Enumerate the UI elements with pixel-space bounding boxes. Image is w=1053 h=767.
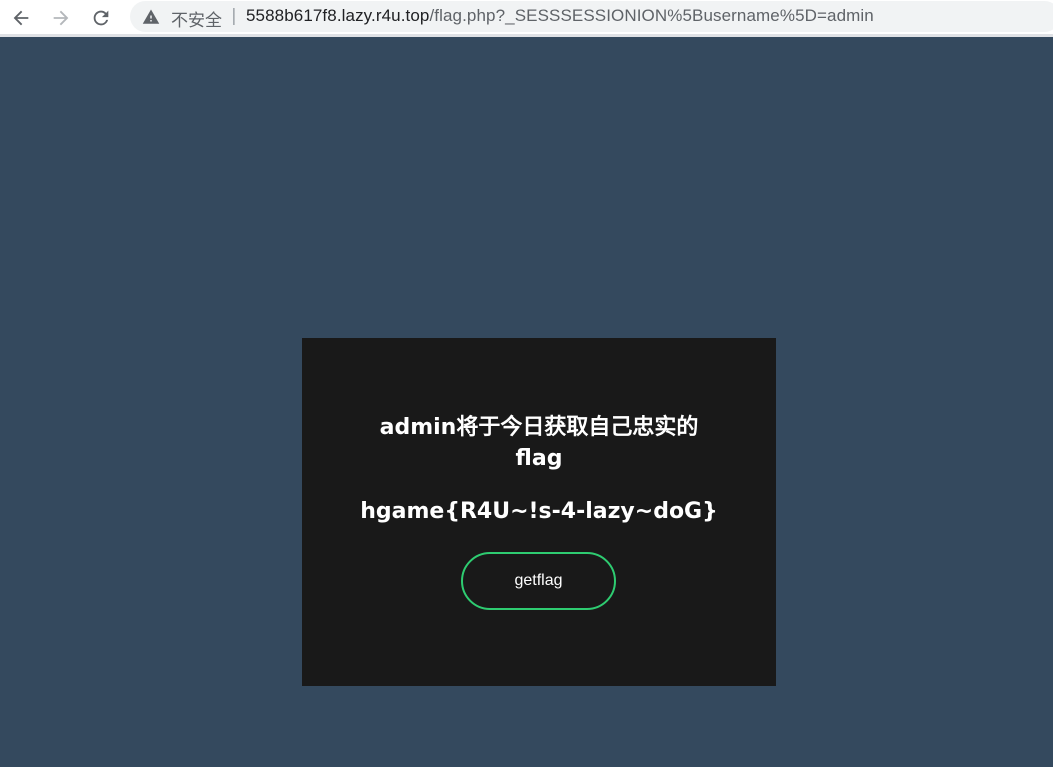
url-path: /flag.php?_SESSSESSIONION%5Busername%5D=… — [429, 6, 874, 25]
back-arrow-icon — [13, 10, 29, 26]
reload-button[interactable] — [86, 3, 116, 33]
warning-icon[interactable] — [142, 8, 160, 26]
url-host: 5588b617f8.lazy.r4u.top — [246, 6, 430, 25]
browser-toolbar: 不安全 | 5588b617f8.lazy.r4u.top/flag.php?_… — [0, 0, 1053, 37]
separator: | — [231, 6, 237, 26]
address-bar[interactable]: 不安全 | 5588b617f8.lazy.r4u.top/flag.php?_… — [130, 1, 1053, 32]
forward-button[interactable] — [46, 3, 76, 33]
url-text[interactable]: 5588b617f8.lazy.r4u.top/flag.php?_SESSSE… — [246, 6, 874, 26]
flag-card: admin将于今日获取自己忠实的flag hgame{R4U~!s-4-lazy… — [302, 338, 776, 686]
security-label[interactable]: 不安全 — [171, 6, 222, 31]
getflag-button[interactable]: getflag — [461, 552, 616, 610]
reload-icon — [93, 10, 109, 26]
forward-arrow-icon — [53, 10, 69, 26]
back-button[interactable] — [6, 3, 36, 33]
flag-text: hgame{R4U~!s-4-lazy~doG} — [360, 499, 718, 524]
card-heading: admin将于今日获取自己忠实的flag — [379, 415, 699, 471]
